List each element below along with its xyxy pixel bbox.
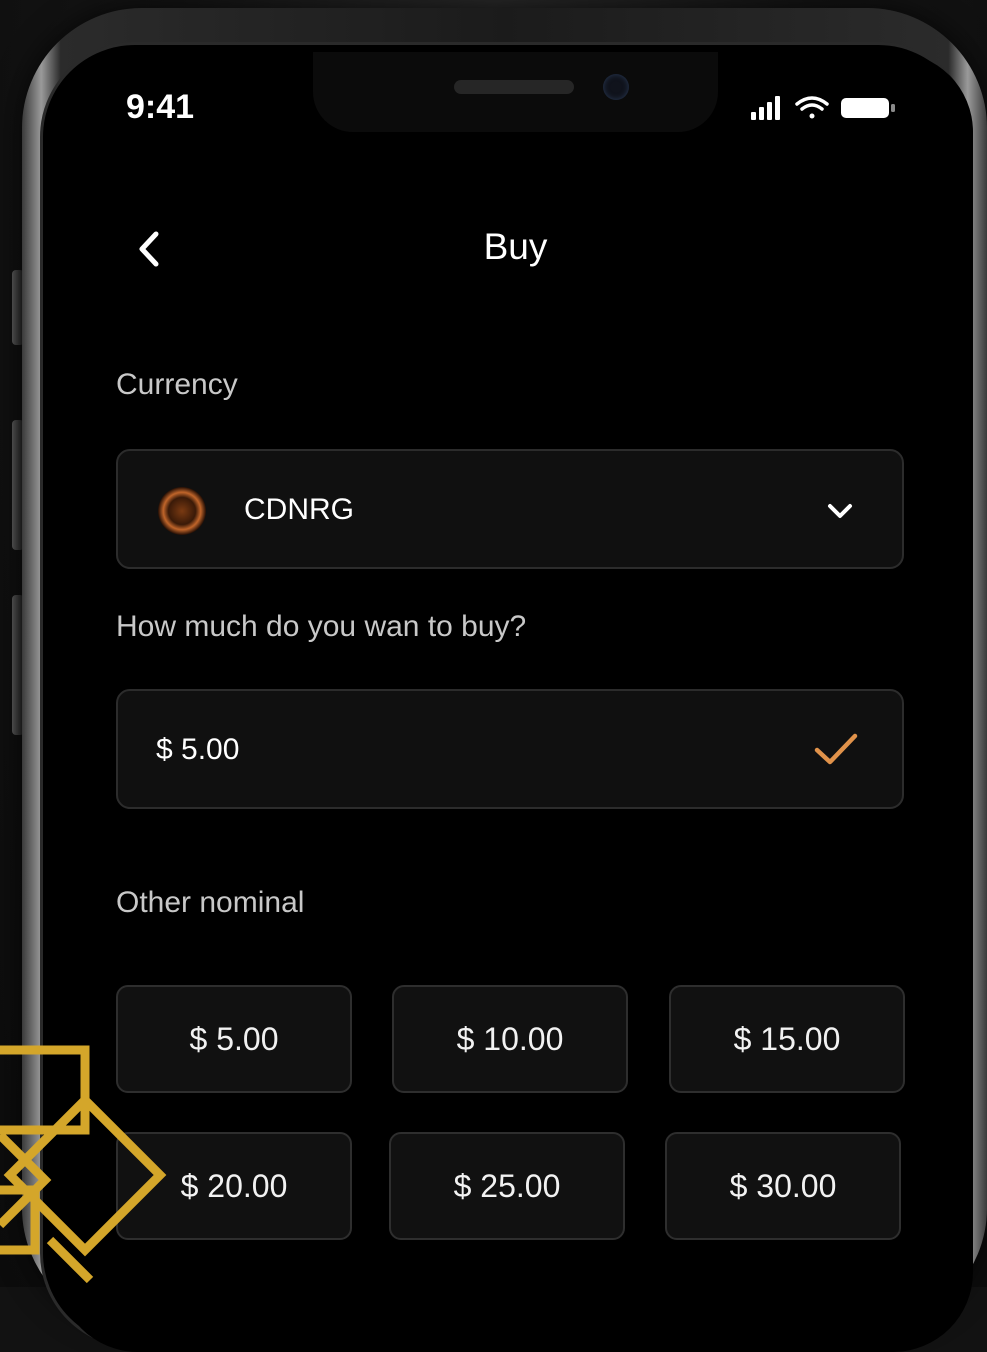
currency-label: Currency	[116, 368, 238, 401]
camera	[603, 74, 629, 100]
amount-label: How much do you wan to buy?	[116, 610, 527, 643]
amount-input[interactable]: $ 5.00	[116, 689, 904, 809]
chevron-down-icon	[828, 504, 852, 518]
other-nominal-label: Other nominal	[116, 886, 305, 919]
signal-icon	[751, 96, 780, 120]
wifi-icon	[795, 96, 829, 119]
checkmark-icon	[814, 733, 858, 765]
nominal-option-5[interactable]: $ 5.00	[116, 985, 352, 1093]
app-screen: 9:41 Buy Currency CDNRG How much do you …	[58, 52, 973, 1352]
nominal-option-25[interactable]: $ 25.00	[389, 1132, 625, 1240]
nominal-option-30[interactable]: $ 30.00	[665, 1132, 901, 1240]
status-icons	[751, 96, 895, 120]
notch	[313, 52, 718, 132]
battery-icon	[841, 98, 895, 118]
coin-icon	[158, 487, 206, 535]
currency-select[interactable]: CDNRG	[116, 449, 904, 569]
nominal-option-20[interactable]: $ 20.00	[116, 1132, 352, 1240]
page-title: Buy	[483, 226, 548, 267]
nominal-option-15[interactable]: $ 15.00	[669, 985, 905, 1093]
amount-value: $ 5.00	[156, 733, 240, 766]
nominal-option-10[interactable]: $ 10.00	[392, 985, 628, 1093]
speaker	[454, 80, 574, 94]
status-time: 9:41	[126, 88, 195, 126]
currency-value: CDNRG	[244, 493, 354, 526]
